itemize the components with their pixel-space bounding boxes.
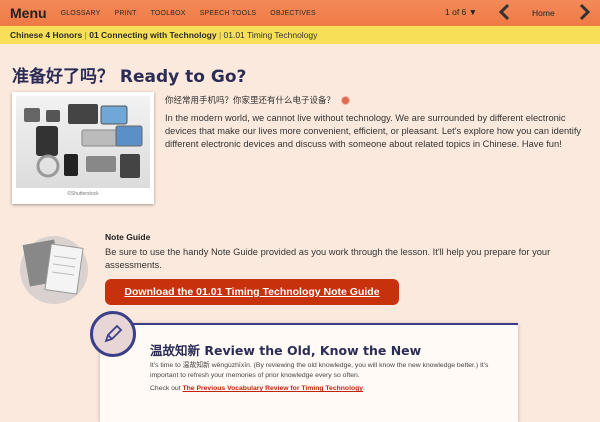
intro-paragraph: In the modern world, we cannot live with… xyxy=(165,113,582,149)
image-credit: ©Shutterstock xyxy=(67,191,99,197)
note-guide-heading: Note Guide xyxy=(105,232,151,242)
home-button[interactable]: Home xyxy=(532,8,555,18)
nav-link-toolbox[interactable]: TOOLBOX xyxy=(151,10,186,17)
page-title: 准备好了吗？ Ready to Go? xyxy=(12,67,247,87)
nav-link-speech-tools[interactable]: SPEECH TOOLS xyxy=(200,10,257,17)
review-check-prefix: Check out xyxy=(150,385,183,392)
page-selector[interactable]: 1 of 6 ▼ xyxy=(445,7,477,17)
pencil-icon xyxy=(90,311,136,357)
chinese-question-text: 你经常用手机吗？你家里还有什么电子设备？ xyxy=(165,96,336,106)
chinese-question: 你经常用手机吗？你家里还有什么电子设备？ xyxy=(165,94,351,106)
notebook-image xyxy=(14,228,94,306)
nav-link-glossary[interactable]: GLOSSARY xyxy=(61,10,101,17)
vocabulary-review-link[interactable]: The Previous Vocabulary Review for Timin… xyxy=(183,385,364,392)
review-check-suffix: . xyxy=(363,385,365,392)
note-guide-text: Be sure to use the handy Note Guide prov… xyxy=(105,247,551,270)
review-check-line: Check out The Previous Vocabulary Review… xyxy=(150,385,365,392)
chevron-left-icon[interactable] xyxy=(497,2,511,27)
review-title: 温故知新 Review the Old, Know the New xyxy=(150,343,422,358)
breadcrumb-module[interactable]: 01 Connecting with Technology xyxy=(89,30,216,40)
nav-link-print[interactable]: PRINT xyxy=(115,10,137,17)
menu-button[interactable]: Menu xyxy=(10,5,47,21)
electronic-devices-image: ©Shutterstock xyxy=(12,92,154,204)
review-text: It's time to 温故知新 wēngùzhīxīn. (By revie… xyxy=(150,362,489,379)
breadcrumb-lesson: 01.01 Timing Technology xyxy=(223,30,318,40)
download-note-guide-button[interactable]: Download the 01.01 Timing Technology Not… xyxy=(105,279,399,305)
nav-link-objectives[interactable]: OBJECTIVES xyxy=(270,10,316,17)
chevron-right-icon[interactable] xyxy=(578,2,592,27)
audio-play-icon[interactable] xyxy=(341,96,351,105)
devices-photo xyxy=(16,96,150,188)
breadcrumb: Chinese 4 Honors | 01 Connecting with Te… xyxy=(0,26,600,44)
breadcrumb-course[interactable]: Chinese 4 Honors xyxy=(10,30,82,40)
